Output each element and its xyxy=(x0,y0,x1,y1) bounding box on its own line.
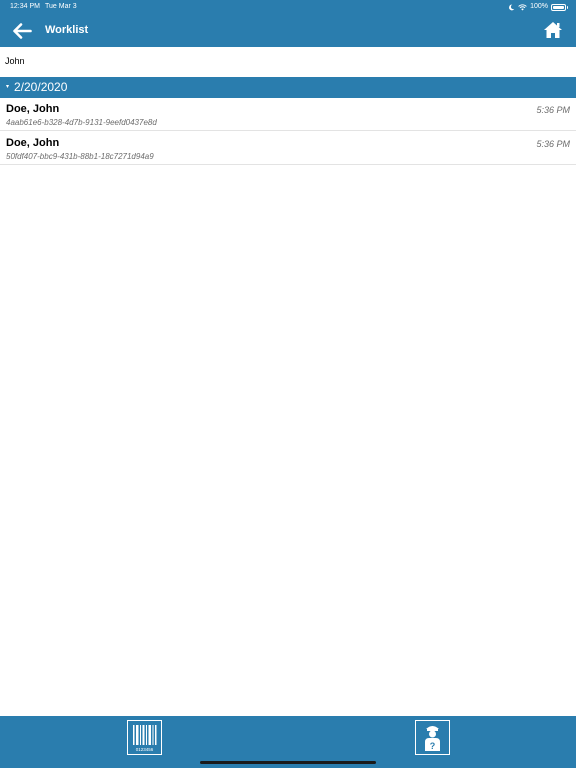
moon-icon xyxy=(509,4,515,10)
patient-name: Doe, John xyxy=(6,103,60,115)
status-bar: 12:34 PM Tue Mar 3 100% xyxy=(0,0,576,14)
date-group-header[interactable]: ▾ 2/20/2020 xyxy=(0,77,576,98)
arrow-left-icon xyxy=(13,23,32,39)
battery-percent: 100% xyxy=(530,3,548,10)
chevron-down-icon: ▾ xyxy=(6,84,10,90)
battery-icon xyxy=(551,3,568,11)
patient-id: 4aab61e6-b328-4d7b-9131-9eefd0437e8d xyxy=(6,118,157,127)
home-icon xyxy=(544,22,562,38)
svg-text:?: ? xyxy=(430,741,436,751)
list-item[interactable]: Doe, John 4aab61e6-b328-4d7b-9131-9eefd0… xyxy=(0,98,576,131)
bottom-toolbar: 0123456 ? xyxy=(0,716,576,768)
patient-help-icon: ? xyxy=(425,726,440,751)
status-indicators: 100% xyxy=(508,0,568,14)
item-time: 5:36 PM xyxy=(536,105,570,115)
patient-name: Doe, John xyxy=(6,137,60,149)
patient-help-button[interactable]: ? xyxy=(415,720,450,755)
back-button[interactable] xyxy=(10,20,34,42)
home-indicator xyxy=(200,761,376,764)
worklist-screen: 12:34 PM Tue Mar 3 100% Worklist John ▾ … xyxy=(0,0,576,768)
barcode-scan-icon: 0123456 xyxy=(133,725,157,752)
top-bar: 12:34 PM Tue Mar 3 100% Worklist xyxy=(0,0,576,47)
nav-header: Worklist xyxy=(0,14,576,47)
group-date-label: 2/20/2020 xyxy=(14,80,68,94)
page-title: Worklist xyxy=(45,24,89,36)
status-time: 12:34 PM xyxy=(10,3,40,10)
patient-id: 50fdf407-bbc9-431b-88b1-18c7271d94a9 xyxy=(6,152,154,161)
search-row xyxy=(0,47,576,74)
home-button[interactable] xyxy=(542,20,564,40)
item-time: 5:36 PM xyxy=(536,139,570,149)
search-input[interactable] xyxy=(0,47,576,74)
list-item[interactable]: Doe, John 50fdf407-bbc9-431b-88b1-18c727… xyxy=(0,132,576,165)
barcode-number: 0123456 xyxy=(136,747,154,752)
status-date: Tue Mar 3 xyxy=(45,3,77,10)
barcode-scan-button[interactable]: 0123456 xyxy=(127,720,162,755)
wifi-icon xyxy=(518,3,527,10)
